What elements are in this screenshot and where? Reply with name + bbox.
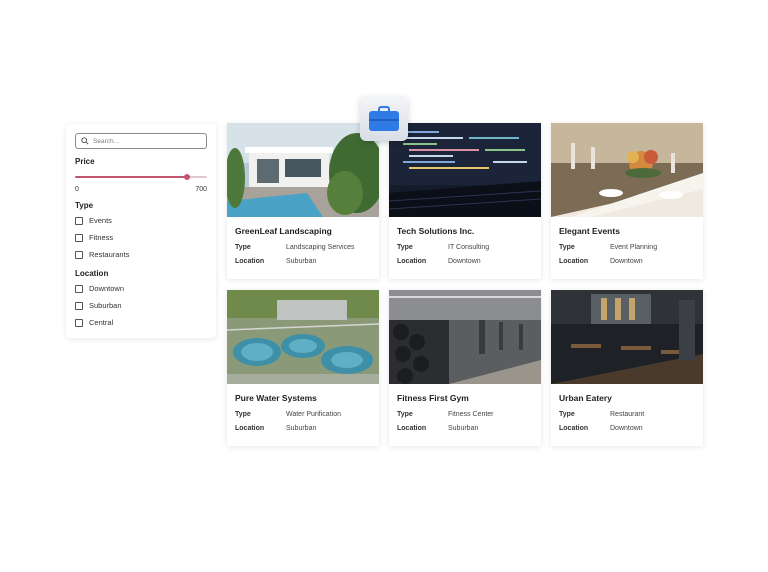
type-value: Restaurant (610, 411, 645, 418)
location-value: Suburban (286, 258, 317, 265)
card-title: Fitness First Gym (397, 393, 469, 403)
restaurant-interior-photo (551, 290, 703, 384)
water-treatment-plant-photo (227, 290, 379, 384)
type-key: Type (559, 244, 575, 251)
type-value: Event Planning (610, 244, 658, 251)
gym-dumbbells-photo (389, 290, 541, 384)
location-key: Location (559, 425, 589, 432)
option-label: Central (89, 318, 114, 327)
price-slider[interactable] (75, 174, 207, 180)
location-key: Location (559, 258, 589, 265)
card-title: Tech Solutions Inc. (397, 226, 475, 236)
location-options: Downtown Suburban Central (75, 280, 207, 331)
location-value: Suburban (286, 425, 317, 432)
type-option-events[interactable]: Events (75, 212, 207, 229)
price-min: 0 (75, 186, 79, 193)
price-label: Price (75, 157, 95, 166)
code-on-laptop-photo (389, 123, 541, 217)
banquet-table-photo (551, 123, 703, 217)
type-value: Water Purification (286, 411, 341, 418)
type-key: Type (397, 244, 413, 251)
option-label: Fitness (89, 233, 114, 242)
filter-panel: Price 0 700 Type Events Fitness Restaura… (66, 124, 216, 338)
card-type-row: Type IT Consulting (397, 244, 541, 251)
checkbox[interactable] (75, 216, 83, 225)
location-key: Location (235, 258, 265, 265)
location-option-central[interactable]: Central (75, 314, 207, 331)
location-value: Downtown (610, 258, 643, 265)
option-label: Events (89, 216, 112, 225)
checkbox[interactable] (75, 301, 83, 310)
location-value: Downtown (610, 425, 643, 432)
card-type-row: Type Event Planning (559, 244, 703, 251)
business-card[interactable]: Fitness First Gym Type Fitness Center Lo… (389, 290, 541, 446)
type-options: Events Fitness Restaurants (75, 212, 207, 263)
business-card[interactable]: Tech Solutions Inc. Type IT Consulting L… (389, 123, 541, 279)
type-key: Type (397, 411, 413, 418)
price-slider-fill (75, 176, 188, 178)
card-type-row: Type Fitness Center (397, 411, 541, 418)
location-value: Downtown (448, 258, 481, 265)
card-location-row: Location Suburban (235, 258, 379, 265)
location-option-suburban[interactable]: Suburban (75, 297, 207, 314)
location-key: Location (397, 258, 427, 265)
card-title: GreenLeaf Landscaping (235, 226, 332, 236)
card-location-row: Location Suburban (397, 425, 541, 432)
location-key: Location (235, 425, 265, 432)
type-option-restaurants[interactable]: Restaurants (75, 246, 207, 263)
type-value: Fitness Center (448, 411, 494, 418)
type-key: Type (235, 411, 251, 418)
checkbox[interactable] (75, 318, 83, 327)
checkbox[interactable] (75, 250, 83, 259)
business-card[interactable]: Elegant Events Type Event Planning Locat… (551, 123, 703, 279)
card-title: Pure Water Systems (235, 393, 317, 403)
card-title: Urban Eatery (559, 393, 612, 403)
location-value: Suburban (448, 425, 479, 432)
type-value: IT Consulting (448, 244, 490, 251)
checkbox[interactable] (75, 284, 83, 293)
briefcase-icon (369, 105, 399, 131)
business-card[interactable]: GreenLeaf Landscaping Type Landscaping S… (227, 123, 379, 279)
card-type-row: Type Water Purification (235, 411, 379, 418)
type-option-fitness[interactable]: Fitness (75, 229, 207, 246)
search-box[interactable] (75, 133, 207, 149)
card-location-row: Location Downtown (559, 425, 703, 432)
option-label: Restaurants (89, 250, 130, 259)
card-title: Elegant Events (559, 226, 620, 236)
modern-house-pool-photo (227, 123, 379, 217)
card-location-row: Location Downtown (397, 258, 541, 265)
type-value: Landscaping Services (286, 244, 355, 251)
card-location-row: Location Downtown (559, 258, 703, 265)
card-type-row: Type Restaurant (559, 411, 703, 418)
location-key: Location (397, 425, 427, 432)
checkbox[interactable] (75, 233, 83, 242)
card-location-row: Location Suburban (235, 425, 379, 432)
search-input[interactable] (93, 135, 203, 147)
business-card[interactable]: Pure Water Systems Type Water Purificati… (227, 290, 379, 446)
type-key: Type (235, 244, 251, 251)
option-label: Downtown (89, 284, 125, 293)
briefcase-badge (360, 96, 408, 141)
type-key: Type (559, 411, 575, 418)
type-label: Type (75, 201, 94, 210)
price-max: 700 (195, 186, 207, 193)
search-icon (81, 137, 89, 145)
business-card[interactable]: Urban Eatery Type Restaurant Location Do… (551, 290, 703, 446)
location-label: Location (75, 269, 109, 278)
option-label: Suburban (89, 301, 122, 310)
card-type-row: Type Landscaping Services (235, 244, 379, 251)
price-slider-thumb[interactable] (184, 174, 191, 180)
location-option-downtown[interactable]: Downtown (75, 280, 207, 297)
price-range: 0 700 (75, 186, 207, 193)
